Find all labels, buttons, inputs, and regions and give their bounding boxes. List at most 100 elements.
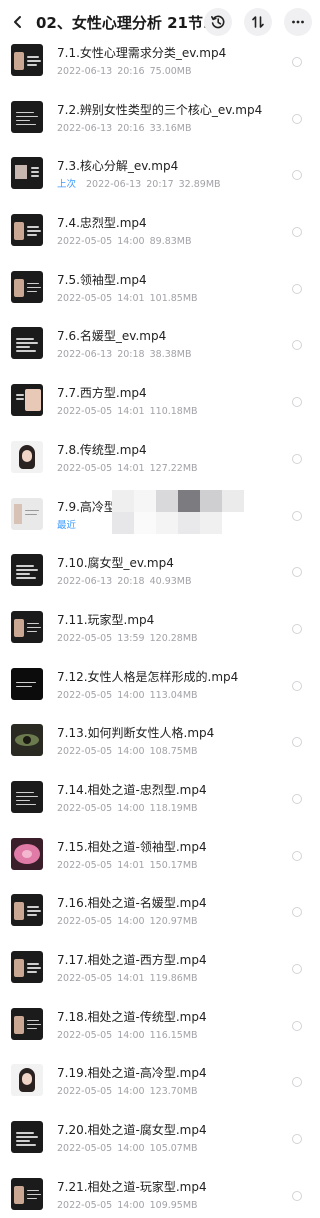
file-row[interactable]: 7.4.忠烈型.mp4 2022-05-05 14:00 89.83MB xyxy=(0,203,320,260)
video-thumbnail xyxy=(11,44,43,76)
file-list: 7.1.女性心理需求分类_ev.mp4 2022-06-13 20:16 75.00M… xyxy=(0,33,320,1218)
select-radio[interactable] xyxy=(292,57,302,67)
video-thumbnail xyxy=(11,440,43,473)
file-name: 7.11.玩家型.mp4 xyxy=(57,612,155,627)
file-meta: 2022-06-13 20:16 33.16MB xyxy=(57,123,192,135)
file-meta: 2022-05-05 14:01 101.85MB xyxy=(57,293,198,305)
file-size: 116.15MB xyxy=(149,1029,198,1041)
file-name: 7.15.相处之道-领袖型.mp4 xyxy=(57,839,207,854)
file-meta: 2022-06-13 20:16 75.00MB xyxy=(57,66,192,78)
select-radio[interactable] xyxy=(292,1134,302,1145)
file-row[interactable]: 7.3.核心分解_ev.mp4 上次 2022-06-13 20:17 32.89MB xyxy=(0,146,320,203)
video-thumbnail xyxy=(11,837,43,870)
select-radio[interactable] xyxy=(292,1190,302,1201)
file-row[interactable]: 7.12.女性人格是怎样形成的.mp4 2022-05-05 14:00 113.04… xyxy=(0,657,320,714)
file-row[interactable]: 7.5.领袖型.mp4 2022-05-05 14:01 101.85MB xyxy=(0,260,320,317)
file-date: 2022-05-05 xyxy=(57,746,113,758)
select-radio[interactable] xyxy=(292,567,302,578)
select-radio[interactable] xyxy=(292,397,302,408)
top-bar: 02、女性心理分析 21节... xyxy=(0,0,320,44)
video-thumbnail xyxy=(11,667,43,700)
file-row[interactable]: 7.19.相处之道-高冷型.mp4 2022-05-05 14:00 123.70MB xyxy=(0,1053,320,1110)
file-name: 7.5.领袖型.mp4 xyxy=(57,272,147,287)
file-name: 7.17.相处之道-西方型.mp4 xyxy=(57,953,207,967)
file-size: 110.18MB xyxy=(149,406,198,418)
file-date: 2022-05-05 xyxy=(57,689,113,701)
select-radio[interactable] xyxy=(292,227,302,238)
file-date: 2022-05-05 xyxy=(57,973,113,984)
file-row[interactable]: 7.13.如何判断女性人格.mp4 2022-05-05 14:00 108.75MB xyxy=(0,713,320,770)
select-radio[interactable] xyxy=(292,170,302,181)
file-date: 2022-05-05 xyxy=(57,916,113,928)
select-radio[interactable] xyxy=(292,1077,302,1088)
file-meta: 2022-05-05 14:01 110.18MB xyxy=(57,406,198,418)
file-row[interactable]: 7.2.辨别女性类型的三个核心_ev.mp4 2022-06-13 20:16 33.… xyxy=(0,90,320,147)
file-name: 7.14.相处之道-忠烈型.mp4 xyxy=(57,782,207,797)
file-size: 113.04MB xyxy=(149,689,198,701)
file-row[interactable]: 7.17.相处之道-西方型.mp4 2022-05-05 14:01 119.86MB xyxy=(0,940,320,997)
file-name: 7.10.腐女型_ev.mp4 xyxy=(57,556,174,571)
file-meta: 2022-05-05 14:01 150.17MB xyxy=(57,860,198,872)
file-row[interactable]: 7.10.腐女型_ev.mp4 2022-06-13 20:18 40.93MB xyxy=(0,543,320,600)
select-radio[interactable] xyxy=(292,850,302,861)
file-row[interactable]: 7.21.相处之道-玩家型.mp4 2022-05-05 14:00 109.95MB xyxy=(0,1167,320,1218)
file-time: 14:00 xyxy=(117,1143,145,1155)
video-thumbnail xyxy=(11,1007,43,1040)
file-meta: 2022-05-05 14:00 109.95MB xyxy=(57,1200,198,1212)
file-date: 2022-06-13 xyxy=(57,122,113,134)
select-radio[interactable] xyxy=(292,453,302,464)
file-time: 14:00 xyxy=(117,236,145,248)
play-status-tag: 上次 xyxy=(57,179,77,191)
sort-button[interactable] xyxy=(244,8,272,36)
file-time: 14:00 xyxy=(117,916,145,928)
file-row[interactable]: 7.18.相处之道-传统型.mp4 2022-05-05 14:00 116.15MB xyxy=(0,997,320,1054)
file-size: 32.89MB xyxy=(178,179,221,191)
file-name: 7.9.高冷型 xyxy=(57,499,116,514)
file-time: 14:01 xyxy=(117,406,145,418)
file-size: 150.17MB xyxy=(149,859,198,871)
chevron-left-icon xyxy=(14,16,21,28)
select-radio[interactable] xyxy=(292,283,302,294)
file-row[interactable]: 7.14.相处之道-忠烈型.mp4 2022-05-05 14:00 118.19MB xyxy=(0,770,320,827)
select-radio[interactable] xyxy=(292,340,302,351)
select-radio[interactable] xyxy=(292,907,302,918)
file-row[interactable]: 7.20.相处之道-腐女型.mp4 2022-05-05 14:00 105.07MB xyxy=(0,1110,320,1167)
file-meta: 2022-05-05 14:00 120.97MB xyxy=(57,916,198,928)
file-size: 109.95MB xyxy=(149,1199,198,1211)
select-radio[interactable] xyxy=(292,113,302,124)
file-name: 7.13.如何判断女性人格.mp4 xyxy=(57,726,215,741)
file-row[interactable]: 7.8.传统型.mp4 2022-05-05 14:01 127.22MB xyxy=(0,430,320,487)
more-button[interactable] xyxy=(284,8,312,36)
select-radio[interactable] xyxy=(292,680,302,691)
select-radio[interactable] xyxy=(292,964,302,974)
file-row[interactable]: 7.16.相处之道-名媛型.mp4 2022-05-05 14:00 120.97MB xyxy=(0,883,320,940)
file-row[interactable]: 7.7.西方型.mp4 2022-05-05 14:01 110.18MB xyxy=(0,373,320,430)
history-button[interactable] xyxy=(204,8,232,36)
select-radio[interactable] xyxy=(292,510,302,521)
file-size: 75.00MB xyxy=(149,66,192,77)
play-status-tag: 最近 xyxy=(57,519,77,531)
select-radio[interactable] xyxy=(292,793,302,804)
file-name: 7.8.传统型.mp4 xyxy=(57,442,147,457)
file-date: 2022-05-05 xyxy=(57,1199,113,1211)
select-radio[interactable] xyxy=(292,737,302,748)
file-time: 14:01 xyxy=(117,973,145,984)
file-row[interactable]: 7.11.玩家型.mp4 2022-05-05 13:59 120.28MB xyxy=(0,600,320,657)
file-meta: 2022-05-05 14:00 123.70MB xyxy=(57,1086,198,1098)
file-date: 2022-06-13 xyxy=(57,576,113,588)
file-size: 89.83MB xyxy=(149,236,192,248)
file-date: 2022-05-05 xyxy=(57,236,113,248)
video-thumbnail xyxy=(11,1121,43,1154)
file-size: 118.19MB xyxy=(149,802,198,814)
file-row[interactable]: 7.6.名媛型_ev.mp4 2022-06-13 20:18 38.38MB xyxy=(0,316,320,373)
select-radio[interactable] xyxy=(292,1020,302,1031)
file-name: 7.7.西方型.mp4 xyxy=(57,386,147,401)
file-meta: 2022-06-13 20:18 40.93MB xyxy=(57,576,192,588)
file-meta: 2022-06-13 20:18 38.38MB xyxy=(57,349,192,361)
file-name: 7.18.相处之道-传统型.mp4 xyxy=(57,1009,207,1024)
file-name: 7.20.相处之道-腐女型.mp4 xyxy=(57,1123,207,1138)
video-thumbnail xyxy=(11,100,43,133)
file-row[interactable]: 7.15.相处之道-领袖型.mp4 2022-05-05 14:01 150.17MB xyxy=(0,827,320,884)
select-radio[interactable] xyxy=(292,623,302,634)
back-button[interactable] xyxy=(2,0,34,44)
